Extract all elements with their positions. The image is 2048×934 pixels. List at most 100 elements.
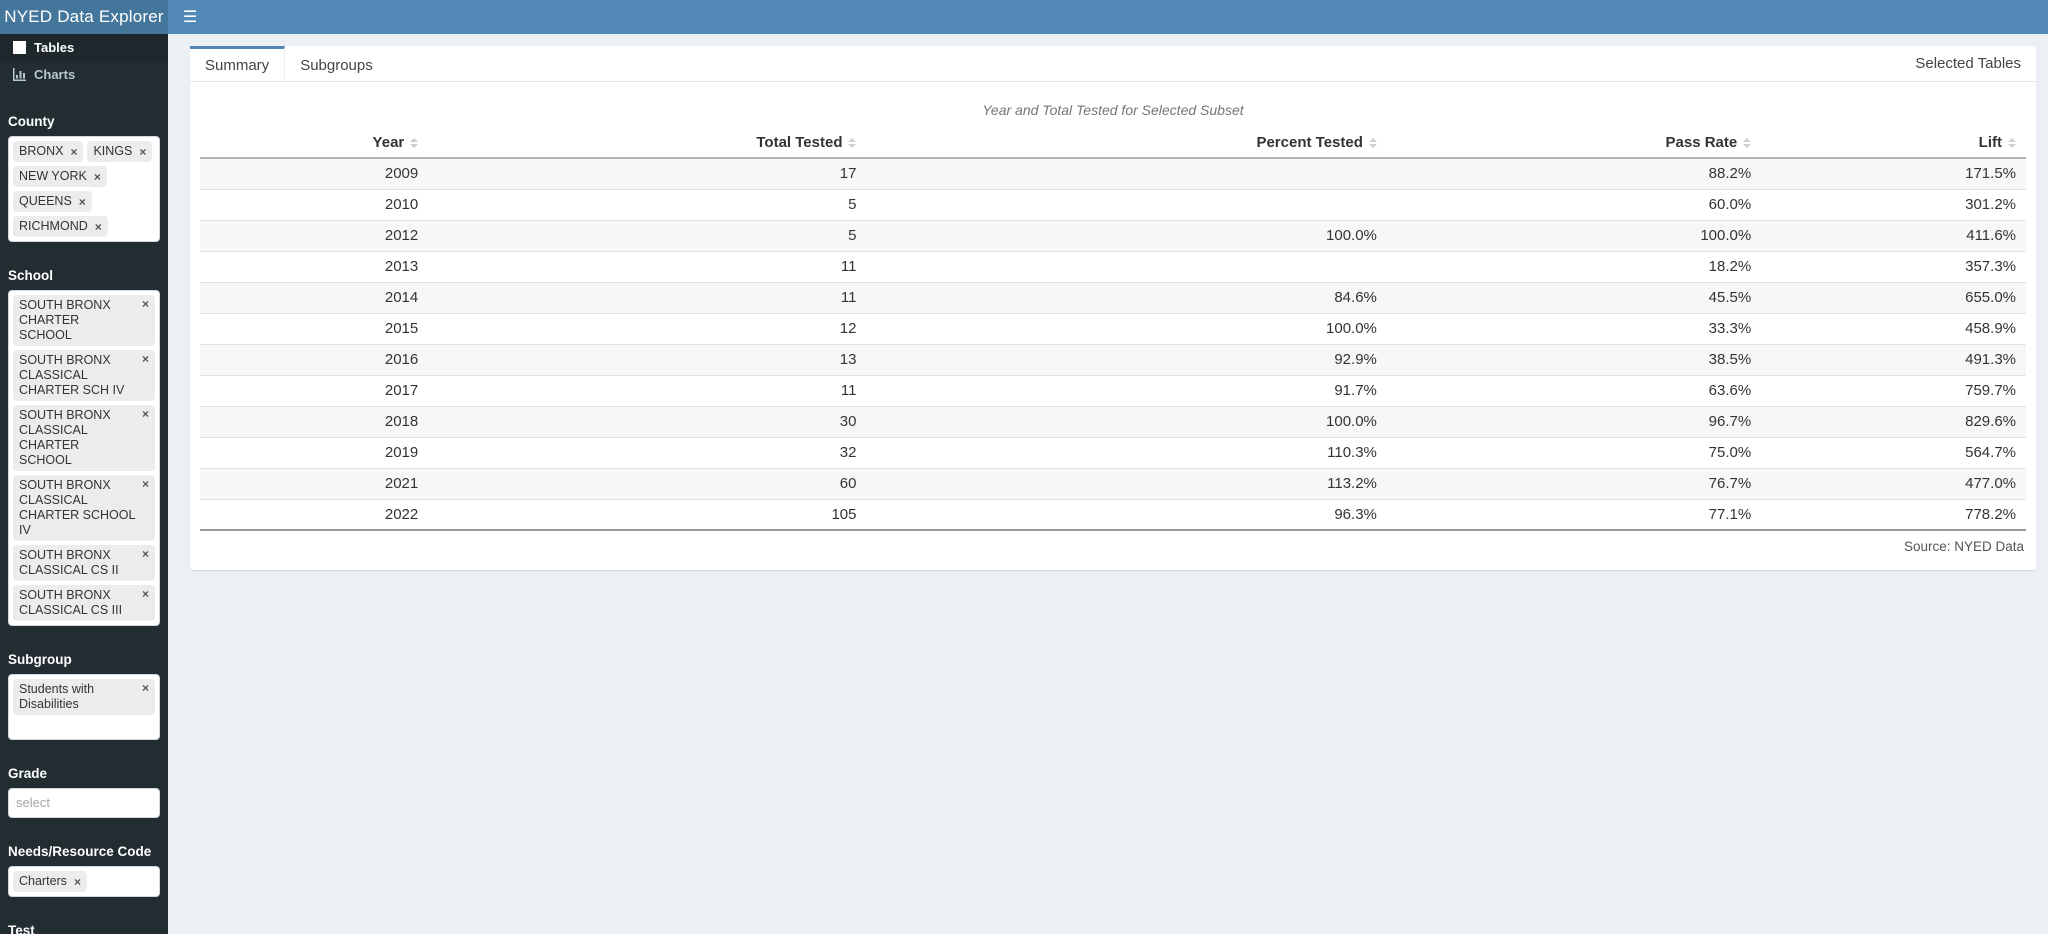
table-source: Source: NYED Data xyxy=(200,539,2026,554)
remove-tag-icon[interactable]: × xyxy=(70,146,77,158)
remove-tag-icon[interactable]: × xyxy=(94,171,101,183)
table-cell: 63.6% xyxy=(1387,375,1761,406)
table-cell: 357.3% xyxy=(1761,251,2026,282)
filter-tag: SOUTH BRONX CLASSICAL CS II × xyxy=(13,545,155,581)
table-cell: 2009 xyxy=(200,158,428,189)
sidebar: Tables Charts County BRONX×KINGS×NEW YOR… xyxy=(0,34,168,934)
filter-tag-label: SOUTH BRONX CLASSICAL CHARTER SCH IV xyxy=(19,353,135,398)
column-header[interactable]: Percent Tested xyxy=(866,128,1386,158)
table-row[interactable]: 2010560.0%301.2% xyxy=(200,189,2026,220)
tab-bar: Summary Subgroups Selected Tables xyxy=(190,46,2036,82)
column-header[interactable]: Year xyxy=(200,128,428,158)
table-caption: Year and Total Tested for Selected Subse… xyxy=(200,102,2026,118)
table-cell: 75.0% xyxy=(1387,437,1761,468)
tab-subgroups[interactable]: Subgroups xyxy=(285,46,388,81)
needs-select[interactable]: Charters × xyxy=(8,866,160,897)
remove-tag-icon[interactable]: × xyxy=(142,408,149,420)
filter-tag-label: SOUTH BRONX CLASSICAL CHARTER SCHOOL xyxy=(19,408,135,468)
grade-select-input[interactable] xyxy=(13,793,155,812)
table-cell: 88.2% xyxy=(1387,158,1761,189)
filter-tag: SOUTH BRONX CHARTER SCHOOL × xyxy=(13,295,155,346)
filter-tag: NEW YORK× xyxy=(13,166,107,187)
remove-tag-icon[interactable]: × xyxy=(142,298,149,310)
sidebar-item-charts[interactable]: Charts xyxy=(0,61,168,88)
column-header-label: Percent Tested xyxy=(1256,134,1362,151)
tab-summary[interactable]: Summary xyxy=(190,46,285,81)
table-cell: 11 xyxy=(428,251,866,282)
table-cell: 105 xyxy=(428,499,866,530)
remove-tag-icon[interactable]: × xyxy=(79,196,86,208)
sidebar-item-label: Charts xyxy=(34,67,75,82)
summary-table: Year Total Tested Percent Tested Pass Rate L… xyxy=(200,128,2026,531)
subgroup-filter-label: Subgroup xyxy=(8,652,160,667)
table-cell: 100.0% xyxy=(866,313,1386,344)
app-root: NYED Data Explorer ☰ Tables Charts Count… xyxy=(0,0,2048,934)
table-cell: 60 xyxy=(428,468,866,499)
subgroup-select[interactable]: Students with Disabilities × xyxy=(8,674,160,740)
table-row[interactable]: 201830100.0%96.7%829.6% xyxy=(200,406,2026,437)
filter-tag-label: Students with Disabilities xyxy=(19,682,135,712)
filter-tag-label: Charters xyxy=(19,874,67,889)
grade-filter-label: Grade xyxy=(8,766,160,781)
table-cell: 301.2% xyxy=(1761,189,2026,220)
table-cell: 759.7% xyxy=(1761,375,2026,406)
remove-tag-icon[interactable]: × xyxy=(142,353,149,365)
remove-tag-icon[interactable]: × xyxy=(95,221,102,233)
table-row[interactable]: 20131118.2%357.3% xyxy=(200,251,2026,282)
table-row[interactable]: 201932110.3%75.0%564.7% xyxy=(200,437,2026,468)
table-row[interactable]: 201512100.0%33.3%458.9% xyxy=(200,313,2026,344)
table-cell: 2013 xyxy=(200,251,428,282)
filter-tag-label: SOUTH BRONX CHARTER SCHOOL xyxy=(19,298,135,343)
sort-icon xyxy=(2008,138,2016,148)
table-cell xyxy=(866,189,1386,220)
grade-select[interactable] xyxy=(8,788,160,818)
table-row[interactable]: 20141184.6%45.5%655.0% xyxy=(200,282,2026,313)
table-cell: 100.0% xyxy=(866,406,1386,437)
column-header[interactable]: Lift xyxy=(1761,128,2026,158)
filter-tag-label: RICHMOND xyxy=(19,219,88,234)
table-row[interactable]: 20125100.0%100.0%411.6% xyxy=(200,220,2026,251)
remove-tag-icon[interactable]: × xyxy=(142,548,149,560)
table-cell: 411.6% xyxy=(1761,220,2026,251)
school-select[interactable]: SOUTH BRONX CHARTER SCHOOL×SOUTH BRONX C… xyxy=(8,290,160,626)
table-cell: 2021 xyxy=(200,468,428,499)
sidebar-toggle-button[interactable]: ☰ xyxy=(168,0,212,34)
table-cell: 2017 xyxy=(200,375,428,406)
remove-tag-icon[interactable]: × xyxy=(142,478,149,490)
table-cell: 60.0% xyxy=(1387,189,1761,220)
table-row[interactable]: 20161392.9%38.5%491.3% xyxy=(200,344,2026,375)
remove-tag-icon[interactable]: × xyxy=(142,682,149,694)
table-cell: 2010 xyxy=(200,189,428,220)
table-row[interactable]: 20091788.2%171.5% xyxy=(200,158,2026,189)
table-row[interactable]: 20171191.7%63.6%759.7% xyxy=(200,375,2026,406)
table-row[interactable]: 202160113.2%76.7%477.0% xyxy=(200,468,2026,499)
bar-chart-icon xyxy=(12,68,26,81)
needs-filter-label: Needs/Resource Code xyxy=(8,844,160,859)
filter-tag: Charters × xyxy=(13,871,87,892)
column-header[interactable]: Pass Rate xyxy=(1387,128,1761,158)
table-cell: 5 xyxy=(428,220,866,251)
school-filter-label: School xyxy=(8,268,160,283)
filter-tag: KINGS× xyxy=(87,141,152,162)
table-cell: 829.6% xyxy=(1761,406,2026,437)
column-header-label: Total Tested xyxy=(756,134,842,151)
remove-tag-icon[interactable]: × xyxy=(139,146,146,158)
table-cell: 11 xyxy=(428,375,866,406)
column-header[interactable]: Total Tested xyxy=(428,128,866,158)
filter-tag: RICHMOND × xyxy=(13,216,108,237)
table-cell: 77.1% xyxy=(1387,499,1761,530)
remove-tag-icon[interactable]: × xyxy=(142,588,149,600)
table-row[interactable]: 202210596.3%77.1%778.2% xyxy=(200,499,2026,530)
filter-tag-label: SOUTH BRONX CLASSICAL CS II xyxy=(19,548,135,578)
sidebar-item-tables[interactable]: Tables xyxy=(0,34,168,61)
filter-tag-label: BRONX xyxy=(19,144,63,159)
table-cell: 17 xyxy=(428,158,866,189)
column-header-label: Pass Rate xyxy=(1666,134,1738,151)
remove-tag-icon[interactable]: × xyxy=(74,876,81,888)
filter-tag-label: QUEENS xyxy=(19,194,72,209)
county-select[interactable]: BRONX×KINGS×NEW YORK×QUEENS×RICHMOND× xyxy=(8,136,160,242)
filter-tag-label: SOUTH BRONX CLASSICAL CHARTER SCHOOL IV xyxy=(19,478,135,538)
sort-icon xyxy=(1743,138,1751,148)
filter-tag: Students with Disabilities × xyxy=(13,679,155,715)
main-content: Summary Subgroups Selected Tables Year a… xyxy=(168,34,2048,934)
